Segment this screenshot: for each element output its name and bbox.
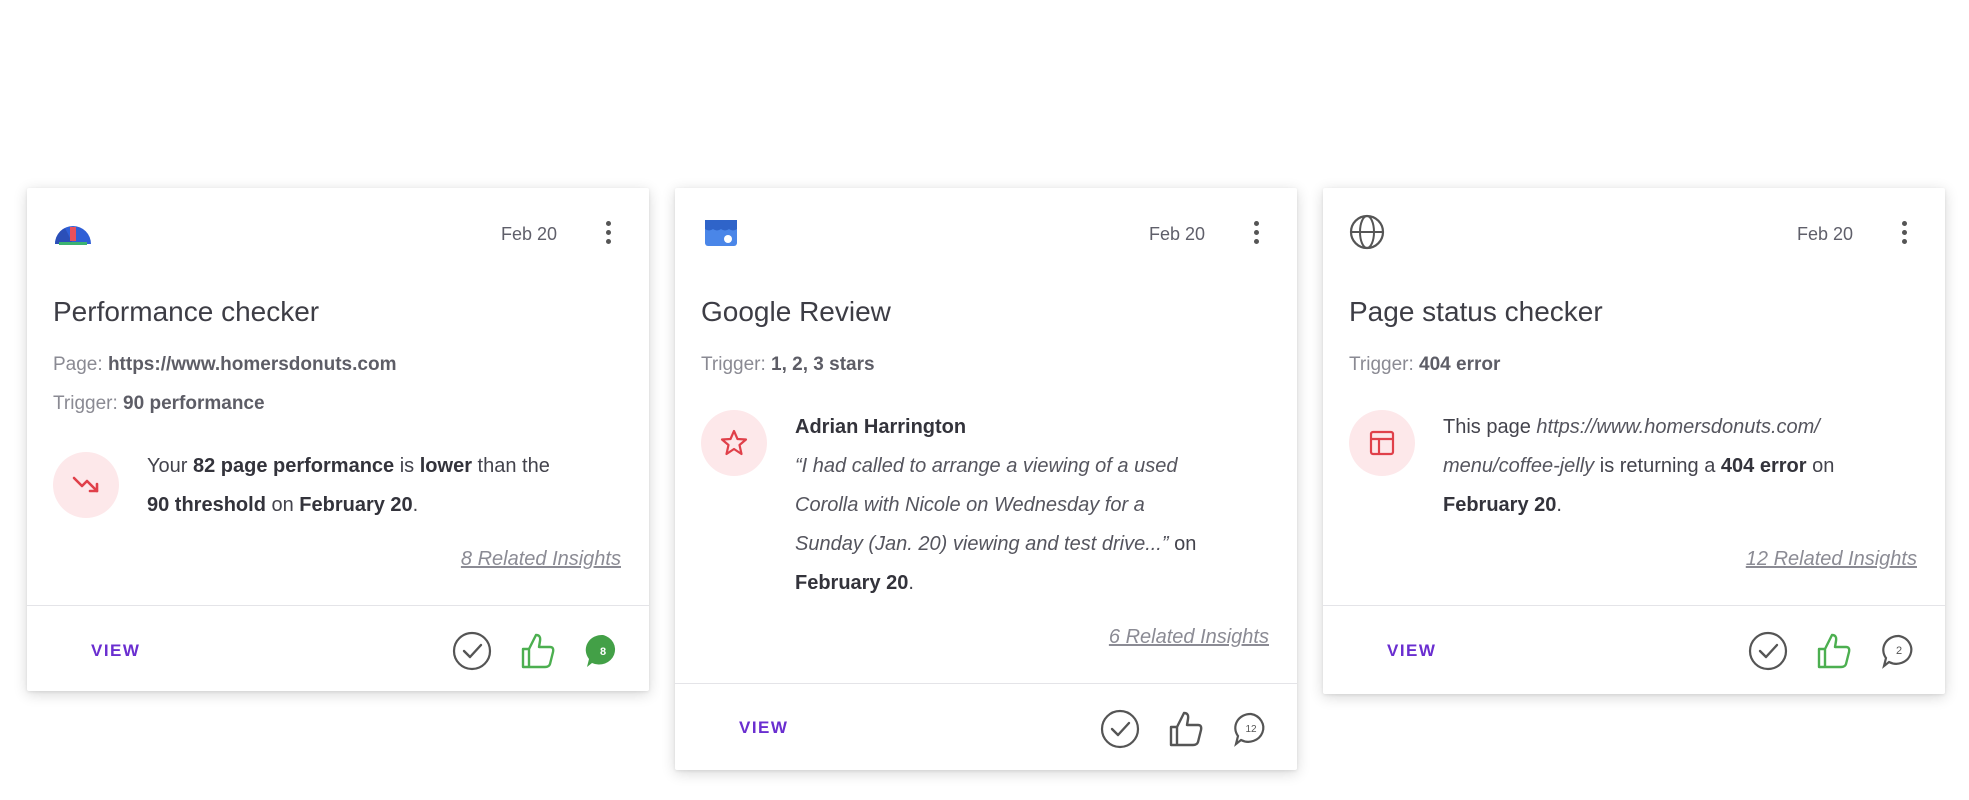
card-title: Performance checker <box>53 296 320 327</box>
chat-bubble-icon: 8 <box>585 634 616 667</box>
like-button[interactable] <box>515 629 559 673</box>
resolve-button[interactable] <box>1098 707 1142 751</box>
more-options-icon[interactable] <box>1251 218 1261 252</box>
card-date: Feb 20 <box>1796 224 1853 244</box>
card-divider <box>1323 605 1945 606</box>
resolve-button[interactable] <box>450 629 494 673</box>
card-date: Feb 20 <box>1148 224 1205 244</box>
thumbs-up-icon <box>1169 711 1203 747</box>
related-insights-link[interactable]: 6 Related Insights <box>1109 626 1269 649</box>
trigger-value: 1, 2, 3 stars <box>771 354 875 375</box>
google-my-business-icon <box>701 218 741 248</box>
check-circle-icon <box>1100 709 1140 749</box>
view-button[interactable]: VIEW <box>1387 641 1436 661</box>
related-insights-link[interactable]: 8 Related Insights <box>461 548 621 571</box>
card-divider <box>27 605 649 606</box>
like-button[interactable] <box>1811 629 1855 673</box>
alert-message: Your 82 page performance is lower than t… <box>147 455 550 516</box>
more-options-icon[interactable] <box>1899 218 1909 252</box>
trigger-value: 90 performance <box>123 393 265 414</box>
card-header: Feb 20 <box>27 188 649 278</box>
page-meta: Page: https://www.homersdonuts.com <box>53 354 396 376</box>
comment-count: 12 <box>1245 724 1257 735</box>
insight-card-google-review: Feb 20 Google Review Trigger: 1, 2, 3 st… <box>675 188 1297 770</box>
trigger-meta: Trigger: 404 error <box>1349 354 1500 376</box>
comments-button[interactable]: 12 <box>1229 707 1273 751</box>
page-label: Page: <box>53 354 103 375</box>
comment-count: 2 <box>1896 645 1902 657</box>
comments-button[interactable]: 8 <box>581 629 625 673</box>
page-layout-icon <box>1349 410 1415 476</box>
trigger-meta: Trigger: 90 performance <box>53 393 265 415</box>
page-value: https://www.homersdonuts.com <box>107 354 397 375</box>
card-header: Feb 20 <box>1323 188 1945 278</box>
trigger-label: Trigger: <box>53 393 118 414</box>
thumbs-up-icon <box>1817 633 1851 669</box>
alert-message: This page https://www.homersdonuts.com/ … <box>1443 416 1835 516</box>
insight-card-performance: Feb 20 Performance checker Page: https:/… <box>27 188 649 691</box>
resolve-button[interactable] <box>1746 629 1790 673</box>
related-insights-link[interactable]: 12 Related Insights <box>1746 548 1917 571</box>
like-button[interactable] <box>1163 707 1207 751</box>
comment-count: 8 <box>600 646 606 658</box>
performance-gauge-icon <box>53 218 93 248</box>
check-circle-icon <box>1748 631 1788 671</box>
thumbs-up-icon <box>521 633 555 669</box>
comments-button[interactable]: 2 <box>1877 629 1921 673</box>
trending-down-icon <box>53 452 119 518</box>
trigger-label: Trigger: <box>1349 354 1414 375</box>
card-date: Feb 20 <box>500 224 557 244</box>
card-header: Feb 20 <box>675 188 1297 278</box>
view-button[interactable]: VIEW <box>91 641 140 661</box>
more-options-icon[interactable] <box>603 218 613 252</box>
card-title: Google Review <box>701 296 891 327</box>
chat-bubble-icon: 2 <box>1882 634 1913 669</box>
chat-bubble-icon: 12 <box>1234 712 1265 747</box>
trigger-meta: Trigger: 1, 2, 3 stars <box>701 354 875 376</box>
insight-card-page-status: Feb 20 Page status checker Trigger: 404 … <box>1323 188 1945 694</box>
check-circle-icon <box>452 631 492 671</box>
globe-icon <box>1349 214 1389 250</box>
star-icon <box>701 410 767 476</box>
review-author: Adrian Harrington <box>795 416 967 438</box>
trigger-label: Trigger: <box>701 354 766 375</box>
card-title: Page status checker <box>1349 296 1603 327</box>
view-button[interactable]: VIEW <box>739 718 788 738</box>
review-message: Adrian Harrington “I had called to arran… <box>795 416 1197 594</box>
trigger-value: 404 error <box>1419 354 1501 375</box>
card-divider <box>675 683 1297 684</box>
